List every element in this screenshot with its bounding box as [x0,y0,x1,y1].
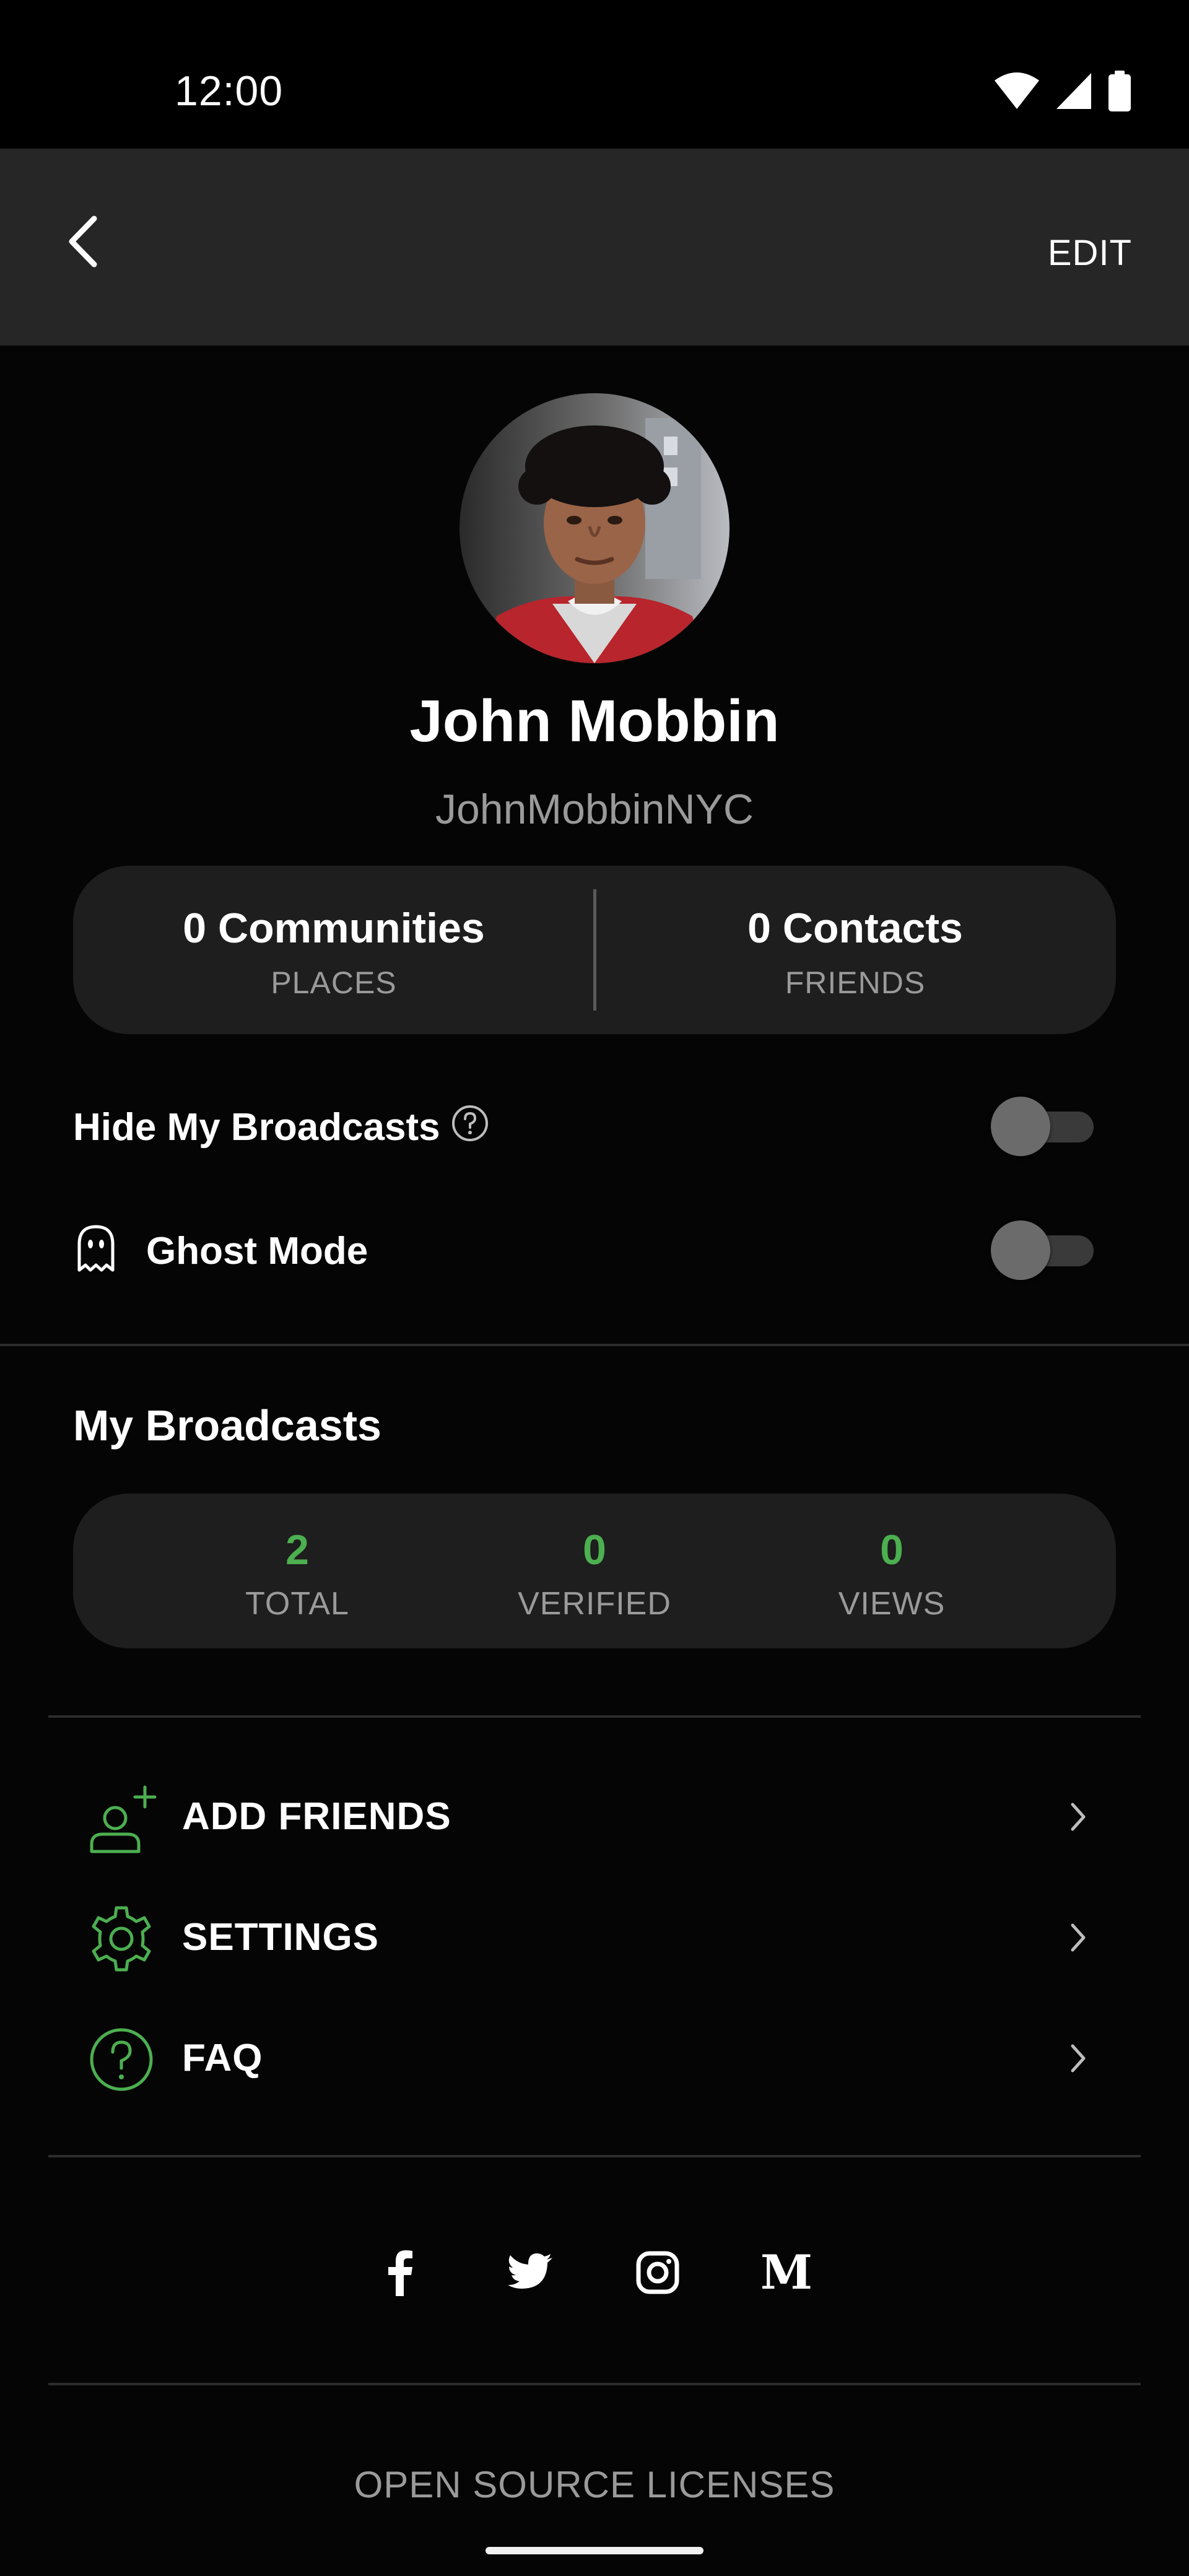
home-indicator[interactable] [486,2547,703,2554]
twitter-icon[interactable] [499,2242,561,2304]
medium-icon[interactable]: M [756,2242,817,2304]
menu-item-settings[interactable]: SETTINGS [73,1884,1116,1990]
twitter-glyph [508,2253,552,2289]
avatar [459,393,730,663]
broadcasts-total-label: TOTAL [245,1586,349,1622]
profile-screen: 12:00 EDIT John Mobbin JohnMobbinNYC 0 C… [0,0,1189,2576]
hide-broadcasts-toggle[interactable] [991,1097,1094,1156]
status-icons [993,69,1132,113]
ghost-mode-row: Ghost Mode [73,1211,1116,1285]
broadcasts-card: 2 TOTAL 0 VERIFIED 0 VIEWS [73,1494,1116,1648]
question-circle-icon[interactable] [451,1104,489,1142]
status-time: 12:00 [175,67,284,115]
wifi-icon [995,72,1039,109]
question-circle-icon [90,2028,153,2091]
status-bar: 12:00 [0,0,1189,149]
section-divider [48,2383,1141,2385]
section-divider [0,1344,1189,1346]
broadcasts-views[interactable]: 0 VIEWS [743,1494,1040,1648]
stat-value: 0 Contacts [747,905,963,952]
toggle-thumb [991,1221,1050,1280]
edit-button[interactable]: EDIT [1048,232,1132,274]
add-user-icon [90,1785,157,1853]
menu-item-label: ADD FRIENDS [182,1795,451,1838]
broadcasts-verified-value: 0 [583,1526,606,1573]
chevron-right-icon [1071,1803,1086,1831]
ghost-mode-label: Ghost Mode [146,1230,368,1273]
stats-card: 0 Communities PLACES 0 Contacts FRIENDS [73,866,1116,1034]
social-links: M [0,2235,1189,2310]
my-broadcasts-title: My Broadcasts [73,1401,381,1450]
communities-stat[interactable]: 0 Communities PLACES [73,866,594,1034]
broadcasts-verified[interactable]: 0 VERIFIED [446,1494,743,1648]
profile-name: John Mobbin [409,688,780,754]
ghost-icon [77,1225,115,1272]
stat-value: 0 Communities [183,905,485,952]
gear-icon [92,1906,151,1972]
hide-broadcasts-label: Hide My Broadcasts [73,1106,440,1149]
broadcasts-total[interactable]: 2 TOTAL [149,1494,446,1648]
chevron-right-icon [1071,2044,1086,2073]
medium-glyph: M [760,2245,813,2300]
broadcasts-views-value: 0 [880,1526,904,1573]
menu-item-add-friends[interactable]: ADD FRIENDS [73,1764,1116,1869]
section-divider [48,2155,1141,2157]
hide-broadcasts-row: Hide My Broadcasts [73,1087,1116,1161]
contacts-stat[interactable]: 0 Contacts FRIENDS [594,866,1116,1034]
broadcasts-total-value: 2 [285,1526,309,1573]
menu-item-faq[interactable]: FAQ [73,2005,1116,2110]
broadcasts-views-label: VIEWS [838,1586,946,1622]
instagram-glyph [636,2251,679,2294]
battery-icon [1108,71,1131,111]
menu-item-label: SETTINGS [182,1916,380,1959]
stat-label: FRIENDS [785,965,926,1000]
back-button[interactable] [57,207,109,276]
chevron-left-icon [69,215,97,268]
broadcasts-verified-label: VERIFIED [518,1586,671,1622]
facebook-glyph [388,2250,412,2296]
section-divider [48,1715,1141,1718]
instagram-icon[interactable] [627,2242,689,2304]
profile-handle: JohnMobbinNYC [435,786,754,833]
facebook-icon[interactable] [369,2242,431,2304]
menu-item-label: FAQ [182,2037,263,2079]
stat-label: PLACES [271,965,397,1000]
toggle-thumb [991,1097,1050,1156]
cellular-signal-icon [1056,73,1091,109]
open-source-licenses-link[interactable]: OPEN SOURCE LICENSES [0,2463,1189,2506]
avatar-photo [459,393,730,663]
app-bar: EDIT [0,149,1189,346]
ghost-mode-toggle[interactable] [991,1221,1094,1280]
chevron-right-icon [1071,1923,1086,1952]
